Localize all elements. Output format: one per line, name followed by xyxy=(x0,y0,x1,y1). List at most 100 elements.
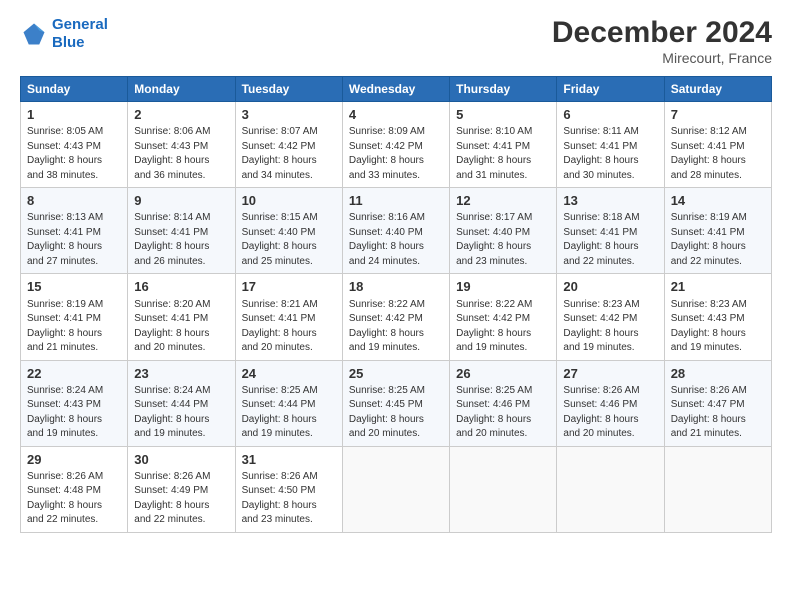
day-number: 14 xyxy=(671,192,765,210)
calendar-cell xyxy=(342,446,449,532)
calendar-cell xyxy=(664,446,771,532)
day-number: 26 xyxy=(456,365,550,383)
day-number: 28 xyxy=(671,365,765,383)
cell-content: Sunrise: 8:13 AMSunset: 4:41 PMDaylight:… xyxy=(27,211,121,269)
cell-content: Sunrise: 8:24 AMSunset: 4:44 PMDaylight:… xyxy=(134,384,228,442)
cell-content: Sunrise: 8:26 AMSunset: 4:46 PMDaylight:… xyxy=(563,384,657,442)
cell-content: Sunrise: 8:12 AMSunset: 4:41 PMDaylight:… xyxy=(671,125,765,183)
day-number: 3 xyxy=(242,106,336,124)
day-number: 23 xyxy=(134,365,228,383)
header-day: Thursday xyxy=(450,77,557,102)
cell-content: Sunrise: 8:20 AMSunset: 4:41 PMDaylight:… xyxy=(134,298,228,356)
day-number: 27 xyxy=(563,365,657,383)
day-number: 6 xyxy=(563,106,657,124)
calendar-cell: 16 Sunrise: 8:20 AMSunset: 4:41 PMDayligh… xyxy=(128,274,235,360)
calendar-cell: 30Sunrise: 8:26 AMSunset: 4:49 PMDayligh… xyxy=(128,446,235,532)
day-number: 9 xyxy=(134,192,228,210)
calendar-cell: 3Sunrise: 8:07 AMSunset: 4:42 PMDaylight… xyxy=(235,102,342,188)
calendar-cell: 5Sunrise: 8:10 AMSunset: 4:41 PMDaylight… xyxy=(450,102,557,188)
calendar-week-row: 1Sunrise: 8:05 AMSunset: 4:43 PMDaylight… xyxy=(21,102,772,188)
calendar-cell: 19 Sunrise: 8:22 AMSunset: 4:42 PMDayligh… xyxy=(450,274,557,360)
header-day: Sunday xyxy=(21,77,128,102)
calendar-cell: 24Sunrise: 8:25 AMSunset: 4:44 PMDayligh… xyxy=(235,360,342,446)
day-number: 18 xyxy=(349,278,443,296)
day-number: 15 xyxy=(27,278,121,296)
location: Mirecourt, France xyxy=(552,50,772,66)
day-number: 21 xyxy=(671,278,765,296)
day-number: 17 xyxy=(242,278,336,296)
day-number: 19 xyxy=(456,278,550,296)
cell-content: Sunrise: 8:26 AMSunset: 4:49 PMDaylight:… xyxy=(134,470,228,528)
calendar-cell: 21 Sunrise: 8:23 AMSunset: 4:43 PMDayligh… xyxy=(664,274,771,360)
calendar-week-row: 8Sunrise: 8:13 AMSunset: 4:41 PMDaylight… xyxy=(21,188,772,274)
cell-content: Sunrise: 8:19 AMSunset: 4:41 PMDaylight:… xyxy=(27,298,121,356)
calendar-cell: 31Sunrise: 8:26 AMSunset: 4:50 PMDayligh… xyxy=(235,446,342,532)
title-block: December 2024 Mirecourt, France xyxy=(552,16,772,66)
header-day: Wednesday xyxy=(342,77,449,102)
header-day: Saturday xyxy=(664,77,771,102)
cell-content: Sunrise: 8:15 AMSunset: 4:40 PMDaylight:… xyxy=(242,211,336,269)
day-number: 25 xyxy=(349,365,443,383)
cell-content: Sunrise: 8:05 AMSunset: 4:43 PMDaylight:… xyxy=(27,125,121,183)
cell-content: Sunrise: 8:19 AMSunset: 4:41 PMDaylight:… xyxy=(671,211,765,269)
calendar-cell: 7Sunrise: 8:12 AMSunset: 4:41 PMDaylight… xyxy=(664,102,771,188)
day-number: 31 xyxy=(242,451,336,469)
cell-content: Sunrise: 8:23 AMSunset: 4:42 PMDaylight:… xyxy=(563,298,657,356)
day-number: 11 xyxy=(349,192,443,210)
calendar-cell: 9Sunrise: 8:14 AMSunset: 4:41 PMDaylight… xyxy=(128,188,235,274)
calendar-cell: 11Sunrise: 8:16 AMSunset: 4:40 PMDayligh… xyxy=(342,188,449,274)
calendar-cell: 6Sunrise: 8:11 AMSunset: 4:41 PMDaylight… xyxy=(557,102,664,188)
cell-content: Sunrise: 8:23 AMSunset: 4:43 PMDaylight:… xyxy=(671,298,765,356)
cell-content: Sunrise: 8:16 AMSunset: 4:40 PMDaylight:… xyxy=(349,211,443,269)
calendar-cell: 12Sunrise: 8:17 AMSunset: 4:40 PMDayligh… xyxy=(450,188,557,274)
calendar-cell: 1Sunrise: 8:05 AMSunset: 4:43 PMDaylight… xyxy=(21,102,128,188)
cell-content: Sunrise: 8:14 AMSunset: 4:41 PMDaylight:… xyxy=(134,211,228,269)
page: General Blue December 2024 Mirecourt, Fr… xyxy=(0,0,792,612)
calendar-cell xyxy=(557,446,664,532)
header-day: Tuesday xyxy=(235,77,342,102)
cell-content: Sunrise: 8:25 AMSunset: 4:46 PMDaylight:… xyxy=(456,384,550,442)
day-number: 5 xyxy=(456,106,550,124)
calendar-cell: 29Sunrise: 8:26 AMSunset: 4:48 PMDayligh… xyxy=(21,446,128,532)
cell-content: Sunrise: 8:10 AMSunset: 4:41 PMDaylight:… xyxy=(456,125,550,183)
cell-content: Sunrise: 8:25 AMSunset: 4:45 PMDaylight:… xyxy=(349,384,443,442)
calendar-week-row: 15 Sunrise: 8:19 AMSunset: 4:41 PMDayligh… xyxy=(21,274,772,360)
day-number: 22 xyxy=(27,365,121,383)
day-number: 20 xyxy=(563,278,657,296)
day-number: 10 xyxy=(242,192,336,210)
calendar-header-row: SundayMondayTuesdayWednesdayThursdayFrid… xyxy=(21,77,772,102)
cell-content: Sunrise: 8:22 AMSunset: 4:42 PMDaylight:… xyxy=(349,298,443,356)
header: General Blue December 2024 Mirecourt, Fr… xyxy=(20,16,772,66)
calendar-cell: 20 Sunrise: 8:23 AMSunset: 4:42 PMDayligh… xyxy=(557,274,664,360)
calendar-cell: 14Sunrise: 8:19 AMSunset: 4:41 PMDayligh… xyxy=(664,188,771,274)
cell-content: Sunrise: 8:22 AMSunset: 4:42 PMDaylight:… xyxy=(456,298,550,356)
calendar-cell: 13Sunrise: 8:18 AMSunset: 4:41 PMDayligh… xyxy=(557,188,664,274)
header-day: Monday xyxy=(128,77,235,102)
calendar-cell: 26Sunrise: 8:25 AMSunset: 4:46 PMDayligh… xyxy=(450,360,557,446)
calendar-table: SundayMondayTuesdayWednesdayThursdayFrid… xyxy=(20,76,772,533)
logo-line1: General xyxy=(52,16,108,33)
day-number: 2 xyxy=(134,106,228,124)
cell-content: Sunrise: 8:11 AMSunset: 4:41 PMDaylight:… xyxy=(563,125,657,183)
calendar-cell xyxy=(450,446,557,532)
calendar-week-row: 29Sunrise: 8:26 AMSunset: 4:48 PMDayligh… xyxy=(21,446,772,532)
day-number: 4 xyxy=(349,106,443,124)
day-number: 8 xyxy=(27,192,121,210)
calendar-cell: 25Sunrise: 8:25 AMSunset: 4:45 PMDayligh… xyxy=(342,360,449,446)
day-number: 24 xyxy=(242,365,336,383)
day-number: 16 xyxy=(134,278,228,296)
day-number: 30 xyxy=(134,451,228,469)
cell-content: Sunrise: 8:18 AMSunset: 4:41 PMDaylight:… xyxy=(563,211,657,269)
calendar-cell: 27Sunrise: 8:26 AMSunset: 4:46 PMDayligh… xyxy=(557,360,664,446)
month-title: December 2024 xyxy=(552,16,772,50)
calendar-cell: 2Sunrise: 8:06 AMSunset: 4:43 PMDaylight… xyxy=(128,102,235,188)
calendar-cell: 23Sunrise: 8:24 AMSunset: 4:44 PMDayligh… xyxy=(128,360,235,446)
day-number: 7 xyxy=(671,106,765,124)
logo-text: General Blue xyxy=(52,16,108,52)
cell-content: Sunrise: 8:07 AMSunset: 4:42 PMDaylight:… xyxy=(242,125,336,183)
calendar-cell: 15 Sunrise: 8:19 AMSunset: 4:41 PMDayligh… xyxy=(21,274,128,360)
day-number: 1 xyxy=(27,106,121,124)
logo-line2: Blue xyxy=(52,34,85,51)
header-day: Friday xyxy=(557,77,664,102)
day-number: 12 xyxy=(456,192,550,210)
